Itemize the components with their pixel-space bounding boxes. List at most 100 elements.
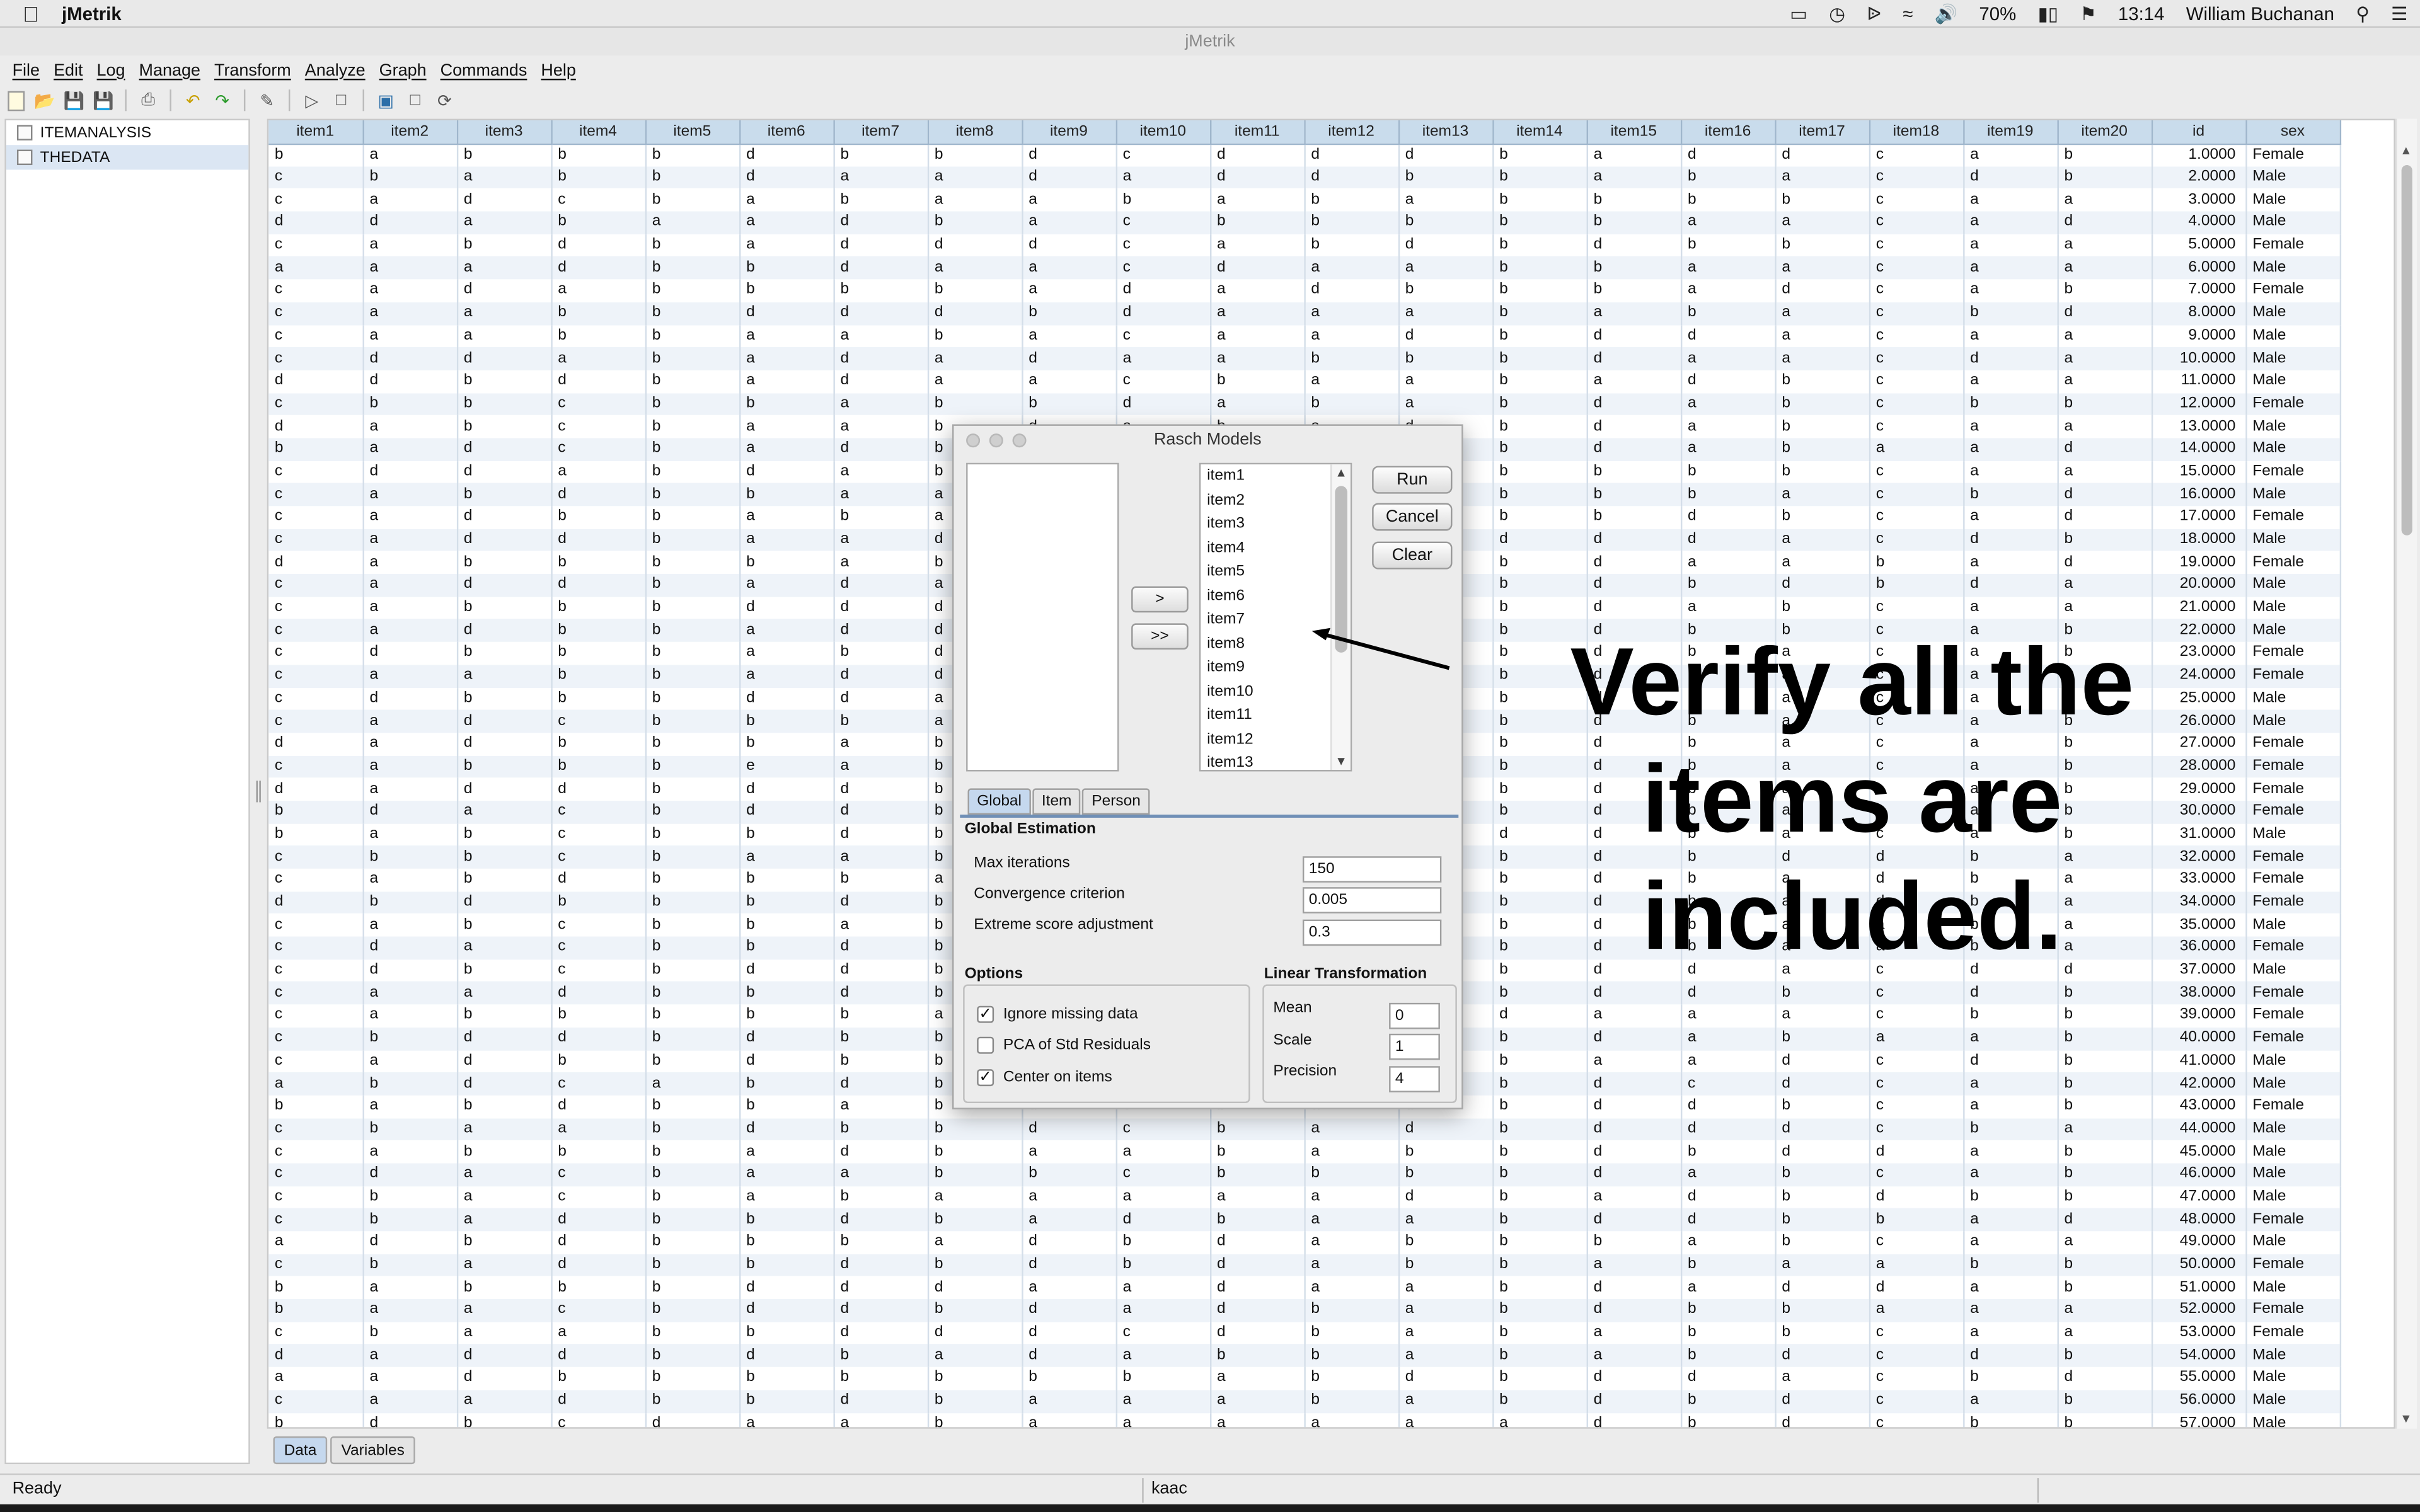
table-cell[interactable]: b [1492, 1276, 1587, 1300]
table-cell[interactable]: b [1304, 392, 1400, 416]
table-cell[interactable]: a [833, 324, 929, 348]
table-cell[interactable]: b [927, 143, 1023, 166]
table-cell[interactable]: b [1304, 1299, 1400, 1322]
table-cell[interactable]: b [268, 823, 364, 846]
table-cell[interactable]: 31.0000 [2151, 823, 2247, 846]
table-cell[interactable]: a [2057, 324, 2153, 348]
table-cell[interactable]: Male [2245, 823, 2341, 846]
table-cell[interactable]: d [739, 143, 834, 166]
table-cell[interactable]: c [1869, 392, 1964, 416]
table-cell[interactable]: b [1680, 483, 1776, 507]
table-cell[interactable]: b [645, 1367, 740, 1390]
table-cell[interactable]: 38.0000 [2151, 982, 2247, 1005]
table-cell[interactable]: b [268, 1412, 364, 1428]
table-cell[interactable]: Female [2245, 143, 2341, 166]
table-cell[interactable]: b [1492, 211, 1587, 234]
table-cell[interactable]: d [1586, 529, 1682, 552]
table-cell[interactable]: 10.0000 [2151, 347, 2247, 370]
table-cell[interactable]: b [1492, 438, 1587, 461]
table-cell[interactable]: d [1775, 1118, 1870, 1141]
scrollbar-thumb[interactable] [2401, 165, 2412, 536]
table-cell[interactable]: b [1586, 211, 1682, 234]
table-cell[interactable]: c [1869, 1322, 1964, 1345]
table-cell[interactable]: d [1115, 392, 1211, 416]
table-cell[interactable]: a [1963, 234, 2058, 257]
table-cell[interactable]: d [833, 1208, 929, 1232]
table-cell[interactable]: b [1492, 1140, 1587, 1164]
table-cell[interactable]: b [551, 1050, 646, 1073]
table-cell[interactable]: c [268, 392, 364, 416]
table-cell[interactable]: b [456, 370, 552, 393]
table-cell[interactable]: b [1680, 188, 1776, 212]
table-cell[interactable]: a [645, 1072, 740, 1096]
table-cell[interactable]: d [1398, 1367, 1494, 1390]
table-cell[interactable]: a [1398, 1390, 1494, 1413]
table-cell[interactable]: a [739, 234, 834, 257]
table-cell[interactable]: b [1775, 392, 1870, 416]
table-cell[interactable]: a [1115, 166, 1211, 189]
table-cell[interactable]: c [268, 959, 364, 982]
table-cell[interactable]: 33.0000 [2151, 868, 2247, 891]
table-cell[interactable]: b [456, 392, 552, 416]
table-cell[interactable]: a [833, 845, 929, 869]
table-cell[interactable]: d [1775, 1276, 1870, 1300]
table-cell[interactable]: a [362, 234, 458, 257]
table-cell[interactable]: a [927, 1344, 1023, 1368]
table-row[interactable]: c a b d b a d d d c a b d b d b b c a a 5.0000 Female [268, 234, 2341, 257]
table-cell[interactable]: b [645, 234, 740, 257]
edit-icon[interactable]: ✎ [255, 88, 279, 113]
table-cell[interactable]: a [1775, 347, 1870, 370]
table-cell[interactable]: a [1398, 188, 1494, 212]
table-cell[interactable]: d [833, 1299, 929, 1322]
table-cell[interactable]: d [456, 1367, 552, 1390]
table-cell[interactable]: c [1680, 1072, 1776, 1096]
table-cell[interactable]: b [739, 1208, 834, 1232]
table-cell[interactable]: a [1210, 392, 1305, 416]
table-cell[interactable]: b [1210, 1208, 1305, 1232]
table-cell[interactable]: d [268, 551, 364, 575]
table-cell[interactable]: b [362, 891, 458, 914]
table-cell[interactable]: a [739, 665, 834, 688]
table-cell[interactable]: 30.0000 [2151, 800, 2247, 823]
table-cell[interactable]: a [1680, 1163, 1776, 1186]
list-item[interactable]: item11 [1201, 704, 1351, 728]
table-cell[interactable]: c [551, 415, 646, 438]
table-cell[interactable]: b [1775, 415, 1870, 438]
table-cell[interactable]: 20.0000 [2151, 574, 2247, 597]
table-cell[interactable]: Male [2245, 166, 2341, 189]
table-cell[interactable]: c [268, 687, 364, 710]
table-cell[interactable]: a [1022, 211, 1117, 234]
user-name[interactable]: William Buchanan [2186, 3, 2334, 25]
table-cell[interactable]: b [645, 709, 740, 733]
table-cell[interactable]: d [1210, 143, 1305, 166]
table-cell[interactable]: a [1680, 279, 1776, 302]
table-cell[interactable]: d [1398, 1186, 1494, 1209]
table-cell[interactable]: Male [2245, 256, 2341, 280]
table-cell[interactable]: b [1586, 483, 1682, 507]
table-cell[interactable]: 41.0000 [2151, 1050, 2247, 1073]
table-cell[interactable]: Female [2245, 777, 2341, 801]
table-cell[interactable]: a [1115, 1299, 1211, 1322]
table-cell[interactable]: a [2057, 461, 2153, 484]
table-cell[interactable]: b [268, 1095, 364, 1118]
table-cell[interactable]: a [1963, 1276, 2058, 1300]
table-cell[interactable]: c [268, 936, 364, 959]
table-cell[interactable]: d [739, 1276, 834, 1300]
table-cell[interactable]: c [1869, 982, 1964, 1005]
new-file-icon[interactable] [3, 88, 28, 113]
table-cell[interactable]: b [2057, 1412, 2153, 1428]
table-cell[interactable]: d [1963, 1050, 2058, 1073]
table-row[interactable]: c b a a b b d d d c d b a b a b b c a a 53.0000 Female [268, 1322, 2341, 1345]
table-cell[interactable]: b [1775, 982, 1870, 1005]
table-cell[interactable]: a [2057, 188, 2153, 212]
column-header-item11[interactable]: item11 [1210, 120, 1305, 144]
clear-button[interactable]: Clear [1372, 541, 1453, 570]
table-cell[interactable]: b [2057, 166, 2153, 189]
table-cell[interactable]: a [362, 415, 458, 438]
table-cell[interactable]: 21.0000 [2151, 597, 2247, 620]
table-cell[interactable]: a [362, 619, 458, 643]
table-cell[interactable]: Male [2245, 1118, 2341, 1141]
table-cell[interactable]: d [1210, 256, 1305, 280]
table-cell[interactable]: d [739, 1344, 834, 1368]
table-cell[interactable]: c [268, 619, 364, 643]
